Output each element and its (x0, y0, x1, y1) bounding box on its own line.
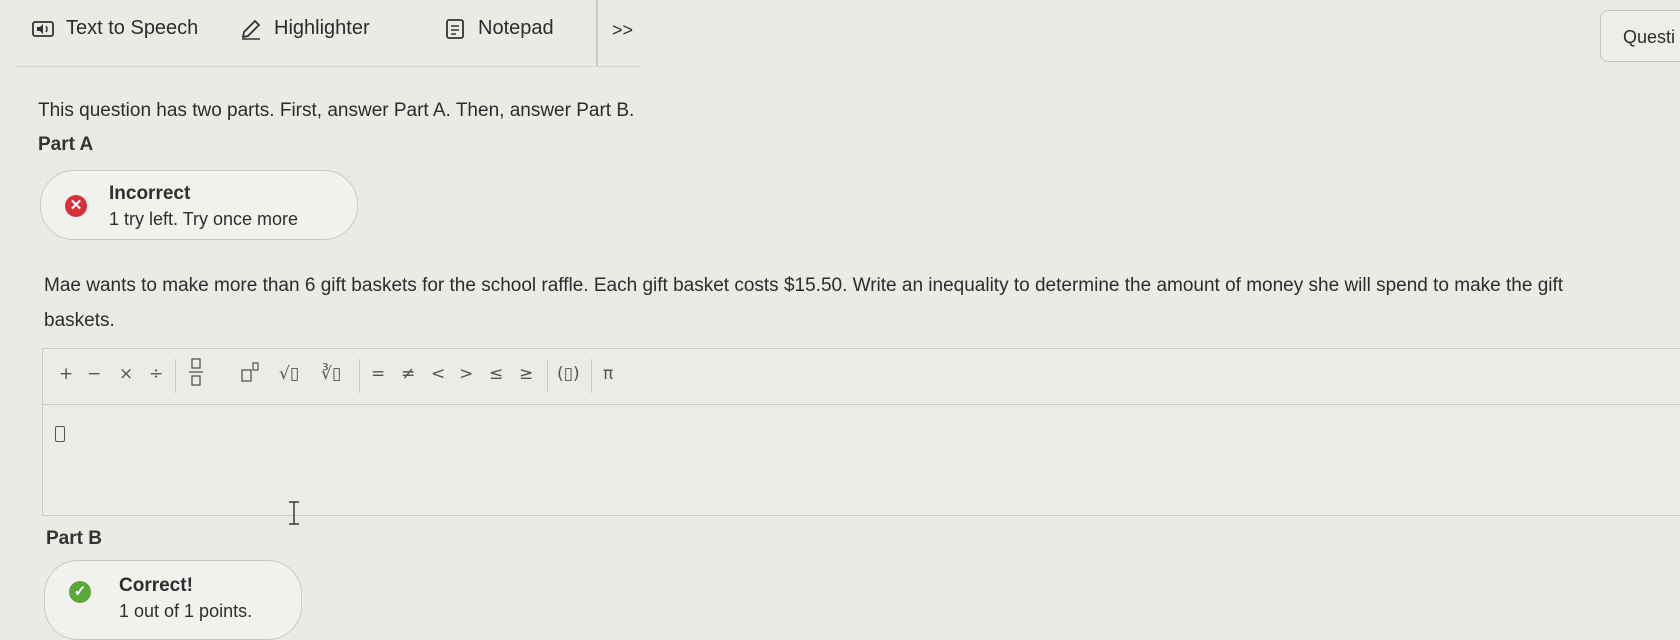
greater-equal-button[interactable]: ≥ (519, 364, 533, 384)
incorrect-x-icon: ✕ (65, 195, 87, 217)
less-than-button[interactable]: < (431, 364, 445, 384)
cube-root-button[interactable]: ∛▯ (321, 364, 341, 384)
more-tools-button[interactable]: >> (612, 20, 633, 41)
accessibility-toolbar: Text to Speech Highlighter Notepad >> (14, 0, 642, 67)
feedback-status: Correct! (119, 575, 193, 596)
minus-button[interactable]: − (87, 364, 101, 384)
pi-button[interactable]: π (603, 364, 613, 384)
toolbar-separator (175, 359, 176, 393)
feedback-status: Incorrect (109, 183, 191, 204)
exponent-button[interactable] (241, 361, 259, 388)
plus-button[interactable]: + (59, 364, 73, 384)
instructions-text: This question has two parts. First, answ… (38, 100, 635, 121)
highlighter-label: Highlighter (274, 17, 370, 39)
fraction-icon (189, 358, 203, 386)
speaker-icon (32, 18, 54, 40)
sqrt-button[interactable]: √▯ (279, 364, 299, 384)
equals-button[interactable]: = (371, 364, 385, 384)
text-to-speech-button[interactable]: Text to Speech (32, 17, 198, 40)
text-to-speech-label: Text to Speech (66, 17, 199, 39)
text-cursor-icon (289, 501, 299, 525)
feedback-correct: ✓ Correct! 1 out of 1 points. (44, 560, 302, 640)
toolbar-separator (591, 359, 592, 393)
question-menu-button[interactable]: Questi (1600, 10, 1680, 62)
highlighter-button[interactable]: Highlighter (240, 17, 370, 40)
part-a-label: Part A (38, 134, 94, 155)
notepad-button[interactable]: Notepad (444, 17, 554, 40)
greater-than-button[interactable]: > (459, 364, 473, 384)
parentheses-button[interactable]: (▯) (557, 364, 580, 384)
feedback-detail: 1 out of 1 points. (119, 601, 253, 621)
exponent-icon (241, 362, 259, 382)
times-button[interactable]: × (119, 364, 133, 384)
feedback-detail: 1 try left. Try once more (109, 209, 299, 229)
part-b-label: Part B (46, 528, 102, 549)
notepad-label: Notepad (478, 17, 554, 39)
not-equal-button[interactable]: ≠ (401, 364, 415, 384)
check-icon: ✓ (69, 581, 91, 603)
math-answer-editor[interactable]: + − × ÷ √▯ ∛▯ = ≠ < > ≤ ≥ (▯) π (42, 348, 1680, 516)
highlighter-pen-icon (240, 18, 262, 40)
fraction-button[interactable] (189, 357, 203, 392)
math-toolbar: + − × ÷ √▯ ∛▯ = ≠ < > ≤ ≥ (▯) π (43, 349, 1680, 405)
toolbar-separator (359, 359, 360, 393)
notepad-icon (444, 18, 466, 40)
divide-button[interactable]: ÷ (149, 364, 163, 384)
less-equal-button[interactable]: ≤ (489, 364, 503, 384)
toolbar-divider (596, 0, 598, 66)
toolbar-separator (547, 359, 548, 393)
math-input-cursor (55, 426, 65, 442)
feedback-incorrect: ✕ Incorrect 1 try left. Try once more (40, 170, 358, 240)
question-text: Mae wants to make more than 6 gift baske… (44, 275, 1564, 331)
